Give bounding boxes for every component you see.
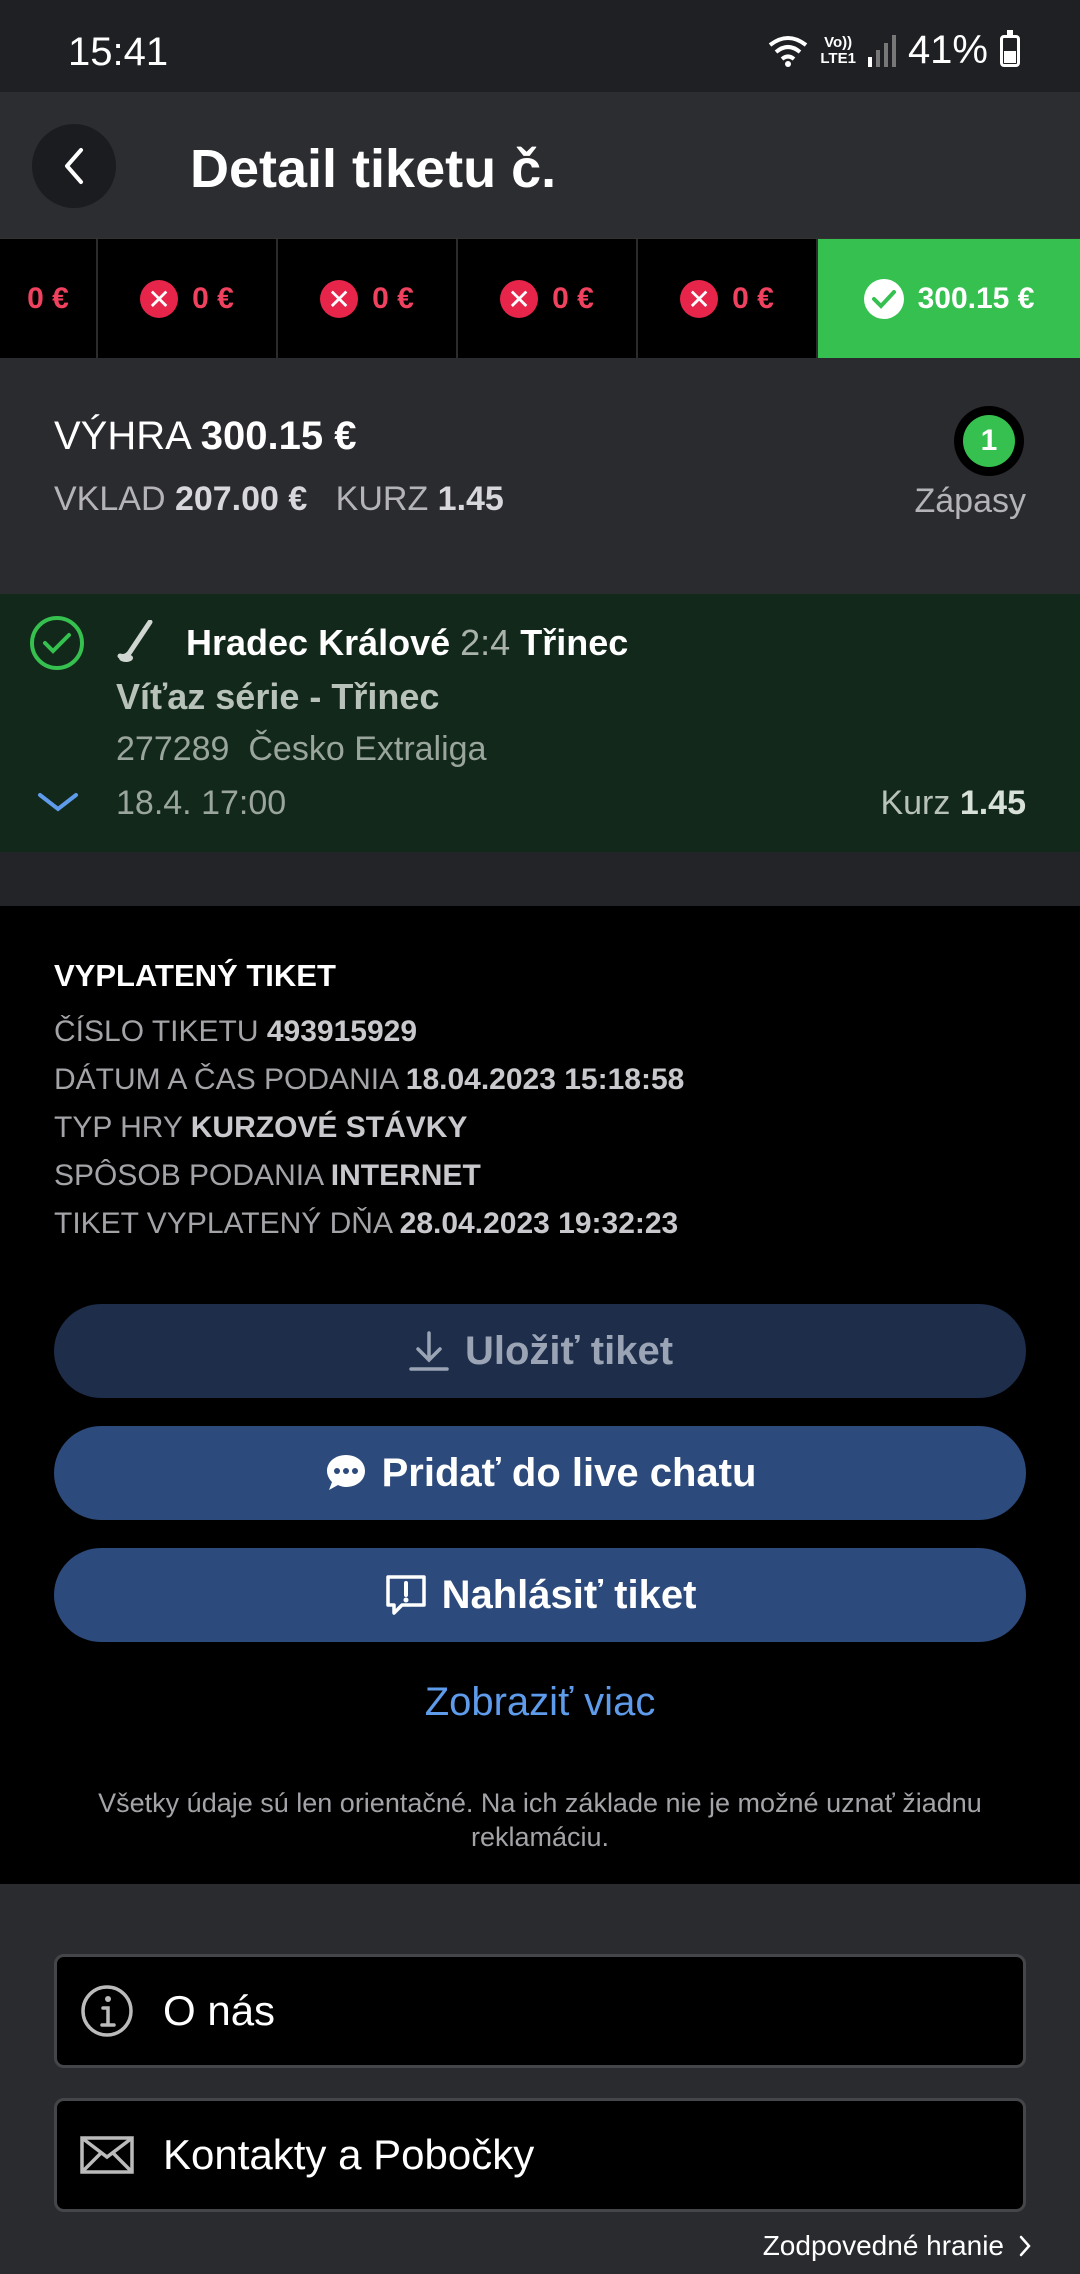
info-row-submitted: DÁTUM A ČAS PODANIA 18.04.2023 15:18:58 xyxy=(54,1056,684,1104)
ticket-tab[interactable]: 0 € xyxy=(0,239,98,359)
event-id: 277289 xyxy=(116,730,230,768)
save-ticket-label: Uložiť tiket xyxy=(464,1328,674,1373)
info-value: 28.04.2023 19:32:23 xyxy=(399,1207,679,1240)
ticket-summary: VÝHRA 300.15 € VKLAD 207.00 € KURZ 1.45 … xyxy=(0,358,1080,594)
stake-line: VKLAD 207.00 € KURZ 1.45 xyxy=(54,480,504,519)
tab-amount: 0 € xyxy=(552,282,594,315)
contacts-link[interactable]: Kontakty a Pobočky xyxy=(54,2098,1026,2212)
matches-label: Zápasy xyxy=(914,482,1027,520)
ticket-tab[interactable]: ✕ 0 € xyxy=(278,239,458,359)
disclaimer-text: Všetky údaje sú len orientačné. Na ich z… xyxy=(98,1788,982,1852)
chevron-left-icon xyxy=(65,148,83,184)
info-row-method: SPÔSOB PODANIA INTERNET xyxy=(54,1152,684,1200)
info-row-paid-out: TIKET VYPLATENÝ DŇA 28.04.2023 19:32:23 xyxy=(54,1200,684,1248)
info-value: 18.04.2023 15:18:58 xyxy=(405,1063,685,1096)
stake-label: VKLAD xyxy=(54,480,166,518)
ticket-tab[interactable]: ✕ 0 € xyxy=(638,239,818,359)
info-value: KURZOVÉ STÁVKY xyxy=(190,1111,468,1144)
page-title: Detail tiketu č. xyxy=(190,139,557,199)
volte-top: Vo)) xyxy=(824,33,853,51)
event-teams: Hradec Králové 2:4 Třinec xyxy=(186,622,628,664)
chat-bubble-icon xyxy=(326,1455,365,1490)
status-bar: 15:41 Vo)) LTE1 41% xyxy=(0,0,1080,92)
matches-count: 1 xyxy=(963,415,1015,467)
check-circle-icon xyxy=(863,279,904,319)
responsible-gaming-link[interactable]: Zodpovedné hranie xyxy=(763,2230,1032,2262)
volte-indicator: Vo)) LTE1 xyxy=(820,33,856,67)
close-circle-icon: ✕ xyxy=(140,280,179,318)
responsible-gaming-label: Zodpovedné hranie xyxy=(762,2230,1004,2261)
close-circle-icon: ✕ xyxy=(320,280,359,318)
section-divider xyxy=(0,852,1080,906)
info-label: ČÍSLO TIKETU xyxy=(54,1015,259,1048)
about-us-link[interactable]: O nás xyxy=(54,1954,1026,2068)
chevron-down-icon[interactable] xyxy=(36,790,80,819)
ticket-status-heading: VYPLATENÝ TIKET xyxy=(54,958,336,993)
footer xyxy=(0,1884,1080,2274)
add-to-live-chat-button[interactable]: Pridať do live chatu xyxy=(54,1426,1026,1520)
info-value: 493915929 xyxy=(266,1015,418,1048)
tab-amount: 0 € xyxy=(372,282,414,315)
home-team: Hradec Králové xyxy=(186,622,451,663)
battery-icon xyxy=(1000,29,1020,67)
ticket-tabs: 0 € ✕ 0 € ✕ 0 € ✕ 0 € ✕ 0 € 300.15 € xyxy=(0,238,1080,359)
matches-count-badge: 1 xyxy=(954,406,1024,476)
info-row-ticket-number: ČÍSLO TIKETU 493915929 xyxy=(54,1008,684,1056)
report-ticket-button[interactable]: Nahlásiť tiket xyxy=(54,1548,1026,1642)
event-datetime: 18.4. 17:00 xyxy=(116,784,287,822)
bet-selection: Víťaz série - Třinec xyxy=(116,676,440,717)
report-ticket-label: Nahlásiť tiket xyxy=(441,1572,697,1617)
win-value: 300.15 € xyxy=(200,414,357,458)
ticket-tab-active[interactable]: 300.15 € xyxy=(818,239,1080,359)
ticket-tab[interactable]: ✕ 0 € xyxy=(98,239,278,359)
wifi-icon xyxy=(769,35,808,67)
event-odds-label: Kurz xyxy=(880,784,951,822)
download-icon xyxy=(409,1331,449,1371)
battery-percent: 41% xyxy=(907,28,988,72)
info-label: TYP HRY xyxy=(54,1111,183,1144)
hockey-icon xyxy=(117,620,153,662)
stake-value: 207.00 € xyxy=(174,480,308,518)
close-circle-icon: ✕ xyxy=(680,280,719,318)
ticket-info: VYPLATENÝ TIKET ČÍSLO TIKETU 493915929 D… xyxy=(54,958,684,1248)
event-score: 2:4 xyxy=(460,622,511,663)
league-name: Česko Extraliga xyxy=(248,730,487,768)
info-label: TIKET VYPLATENÝ DŇA xyxy=(54,1207,392,1240)
tab-amount: 0 € xyxy=(732,282,774,315)
odds-label: KURZ xyxy=(335,480,429,518)
check-circle-icon xyxy=(30,616,84,670)
tab-amount: 0 € xyxy=(27,282,69,315)
live-chat-label: Pridať do live chatu xyxy=(381,1450,757,1495)
show-more-link[interactable]: Zobraziť viac xyxy=(0,1680,1080,1725)
report-icon xyxy=(385,1575,426,1615)
signal-icon xyxy=(867,34,896,67)
event-odds-value: 1.45 xyxy=(959,784,1026,822)
info-value: INTERNET xyxy=(330,1159,481,1192)
save-ticket-button[interactable]: Uložiť tiket xyxy=(54,1304,1026,1398)
away-team: Třinec xyxy=(520,622,629,663)
odds-value: 1.45 xyxy=(437,480,504,518)
ticket-tab[interactable]: ✕ 0 € xyxy=(458,239,638,359)
volte-bottom: LTE1 xyxy=(820,49,856,67)
chevron-right-icon xyxy=(1019,2235,1031,2257)
tab-amount: 0 € xyxy=(192,282,234,315)
close-circle-icon: ✕ xyxy=(500,280,539,318)
info-row-game-type: TYP HRY KURZOVÉ STÁVKY xyxy=(54,1104,684,1152)
event-league-line: 277289 Česko Extraliga xyxy=(116,730,486,769)
about-us-label: O nás xyxy=(163,1987,276,2034)
tab-amount: 300.15 € xyxy=(917,282,1035,315)
info-label: SPÔSOB PODANIA xyxy=(54,1159,323,1192)
event-odds: Kurz 1.45 xyxy=(880,784,1026,823)
status-icons: Vo)) LTE1 41% xyxy=(768,28,1020,73)
win-label: VÝHRA xyxy=(54,414,190,458)
info-icon xyxy=(79,1983,135,2039)
mail-icon xyxy=(79,2127,135,2183)
app-header: Detail tiketu č. xyxy=(0,92,1080,238)
event-row[interactable]: Hradec Králové 2:4 Třinec Víťaz série - … xyxy=(0,594,1080,852)
back-button[interactable] xyxy=(32,124,116,208)
info-label: DÁTUM A ČAS PODANIA xyxy=(54,1063,398,1096)
contacts-label: Kontakty a Pobočky xyxy=(163,2131,535,2178)
win-line: VÝHRA 300.15 € xyxy=(54,414,356,459)
status-time: 15:41 xyxy=(68,30,169,74)
